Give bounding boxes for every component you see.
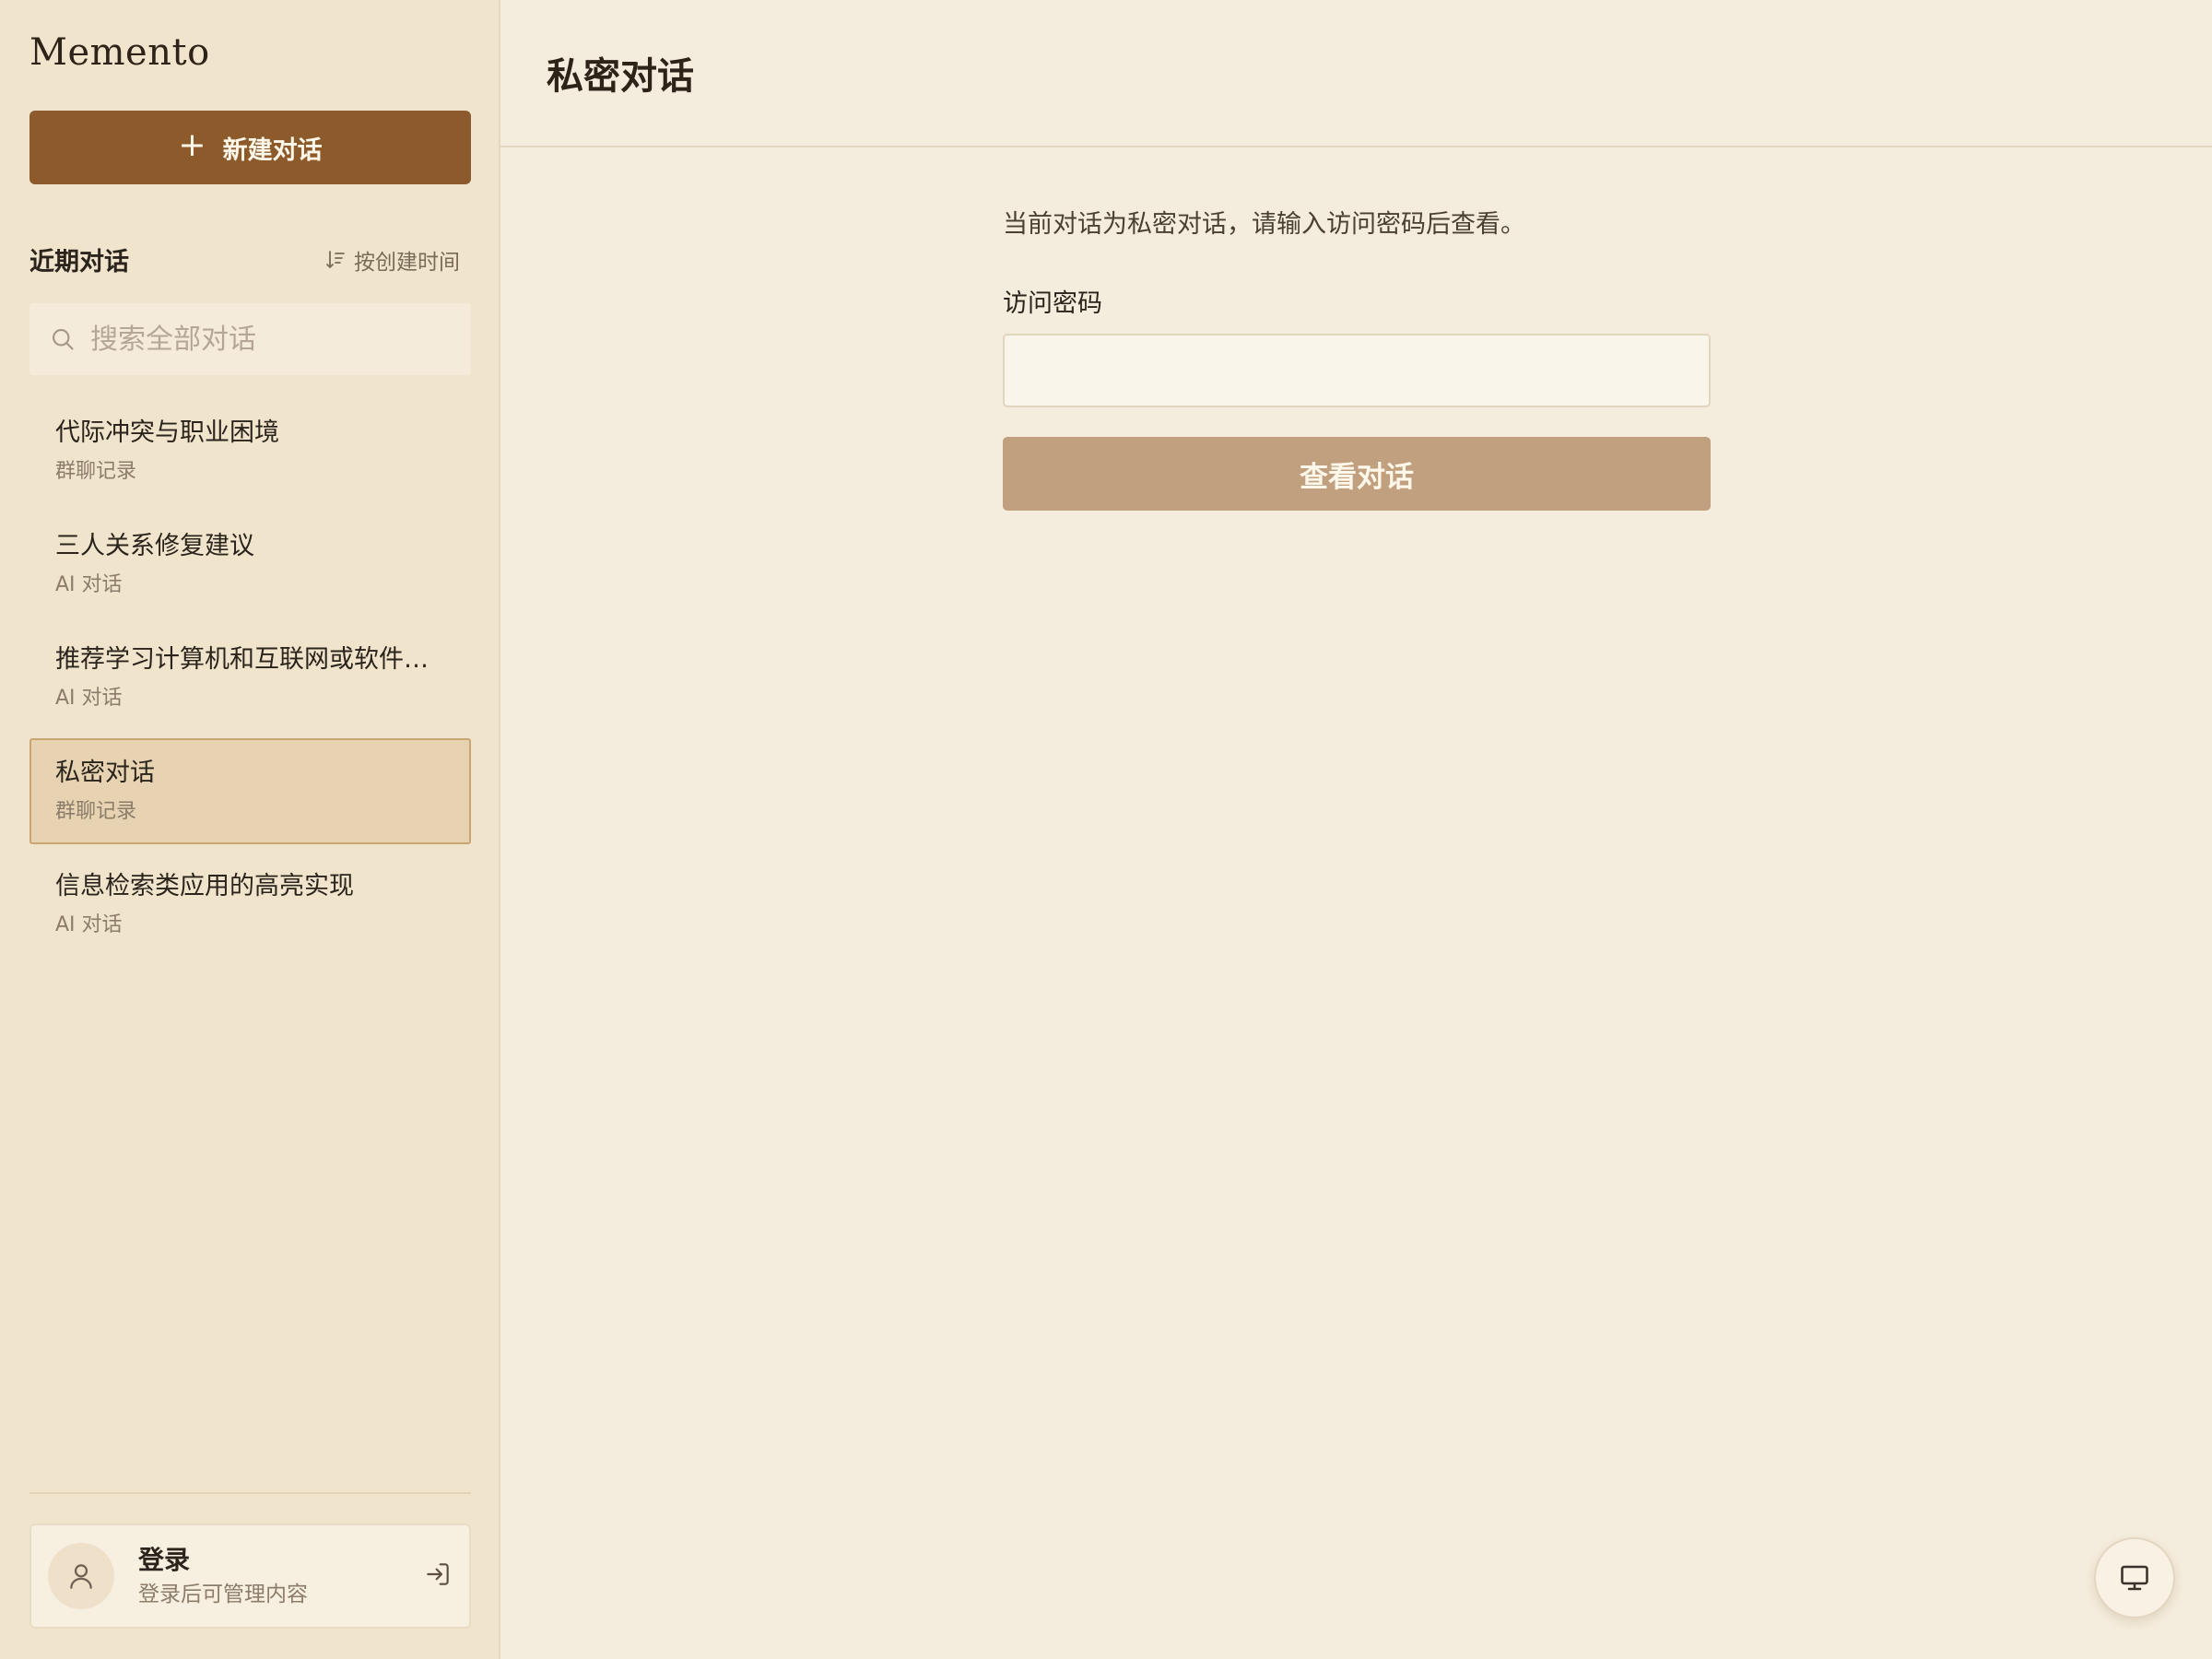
conversation-type: 群聊记录 [55,460,137,483]
recent-header: 近期对话 按创建时间 [29,241,471,277]
login-title: 登录 [138,1545,191,1575]
user-icon [70,1564,92,1589]
login-text: 登录 登录后可管理内容 [138,1545,423,1607]
sort-icon [326,250,345,268]
conversation-type: AI 对话 [55,687,123,710]
conversation-type: 群聊记录 [55,800,137,823]
display-toggle-button[interactable] [2094,1537,2175,1618]
private-notice: 当前对话为私密对话，请输入访问密码后查看。 [1003,210,1525,239]
password-gate: 当前对话为私密对话，请输入访问密码后查看。 访问密码 查看对话 [1003,206,1711,511]
conversation-item[interactable]: 三人关系修复建议 AI 对话 [29,512,471,618]
conversation-item[interactable]: 信息检索类应用的高亮实现 AI 对话 [29,852,471,958]
password-label: 访问密码 [1003,289,1102,318]
main-header: 私密对话 [500,0,2212,147]
search-input[interactable] [90,323,459,356]
conversation-type: AI 对话 [55,573,123,596]
monitor-icon [2121,1565,2148,1591]
page-title: 私密对话 [547,54,694,98]
conversation-title: 三人关系修复建议 [55,532,254,560]
view-conversation-button[interactable]: 查看对话 [1003,437,1711,511]
conversation-title: 推荐学习计算机和互联网或软件… [55,645,429,674]
password-input[interactable] [1003,334,1711,407]
sort-button[interactable]: 按创建时间 [324,244,471,276]
brand-logo: Memento [29,31,210,74]
conversation-title: 代际冲突与职业困境 [55,418,279,447]
login-subtitle: 登录后可管理内容 [138,1583,308,1606]
search-icon [53,329,74,350]
conversation-item[interactable]: 推荐学习计算机和互联网或软件… AI 对话 [29,625,471,731]
conversation-type: AI 对话 [55,913,123,936]
recent-title: 近期对话 [29,248,129,276]
login-card[interactable]: 登录 登录后可管理内容 [29,1524,471,1629]
search-box [29,303,471,375]
plus-icon: + [178,126,206,164]
login-button[interactable] [423,1559,453,1593]
conversation-item[interactable]: 代际冲突与职业困境 群聊记录 [29,398,471,504]
sidebar: Memento + 新建对话 近期对话 按创建时间 代际冲突与职业困境 群聊记录… [0,0,500,1659]
new-chat-label: 新建对话 [222,135,323,165]
conversation-title: 私密对话 [55,759,155,787]
sort-label: 按创建时间 [354,250,460,275]
conversation-item-active[interactable]: 私密对话 群聊记录 [29,738,471,844]
main-panel: 私密对话 当前对话为私密对话，请输入访问密码后查看。 访问密码 查看对话 [500,0,2212,1659]
conversation-title: 信息检索类应用的高亮实现 [55,872,354,900]
new-chat-button[interactable]: + 新建对话 [29,111,471,184]
sidebar-divider [29,1492,471,1494]
login-icon [427,1563,449,1585]
conversation-list: 代际冲突与职业困境 群聊记录 三人关系修复建议 AI 对话 推荐学习计算机和互联… [29,398,471,965]
avatar [48,1543,114,1609]
